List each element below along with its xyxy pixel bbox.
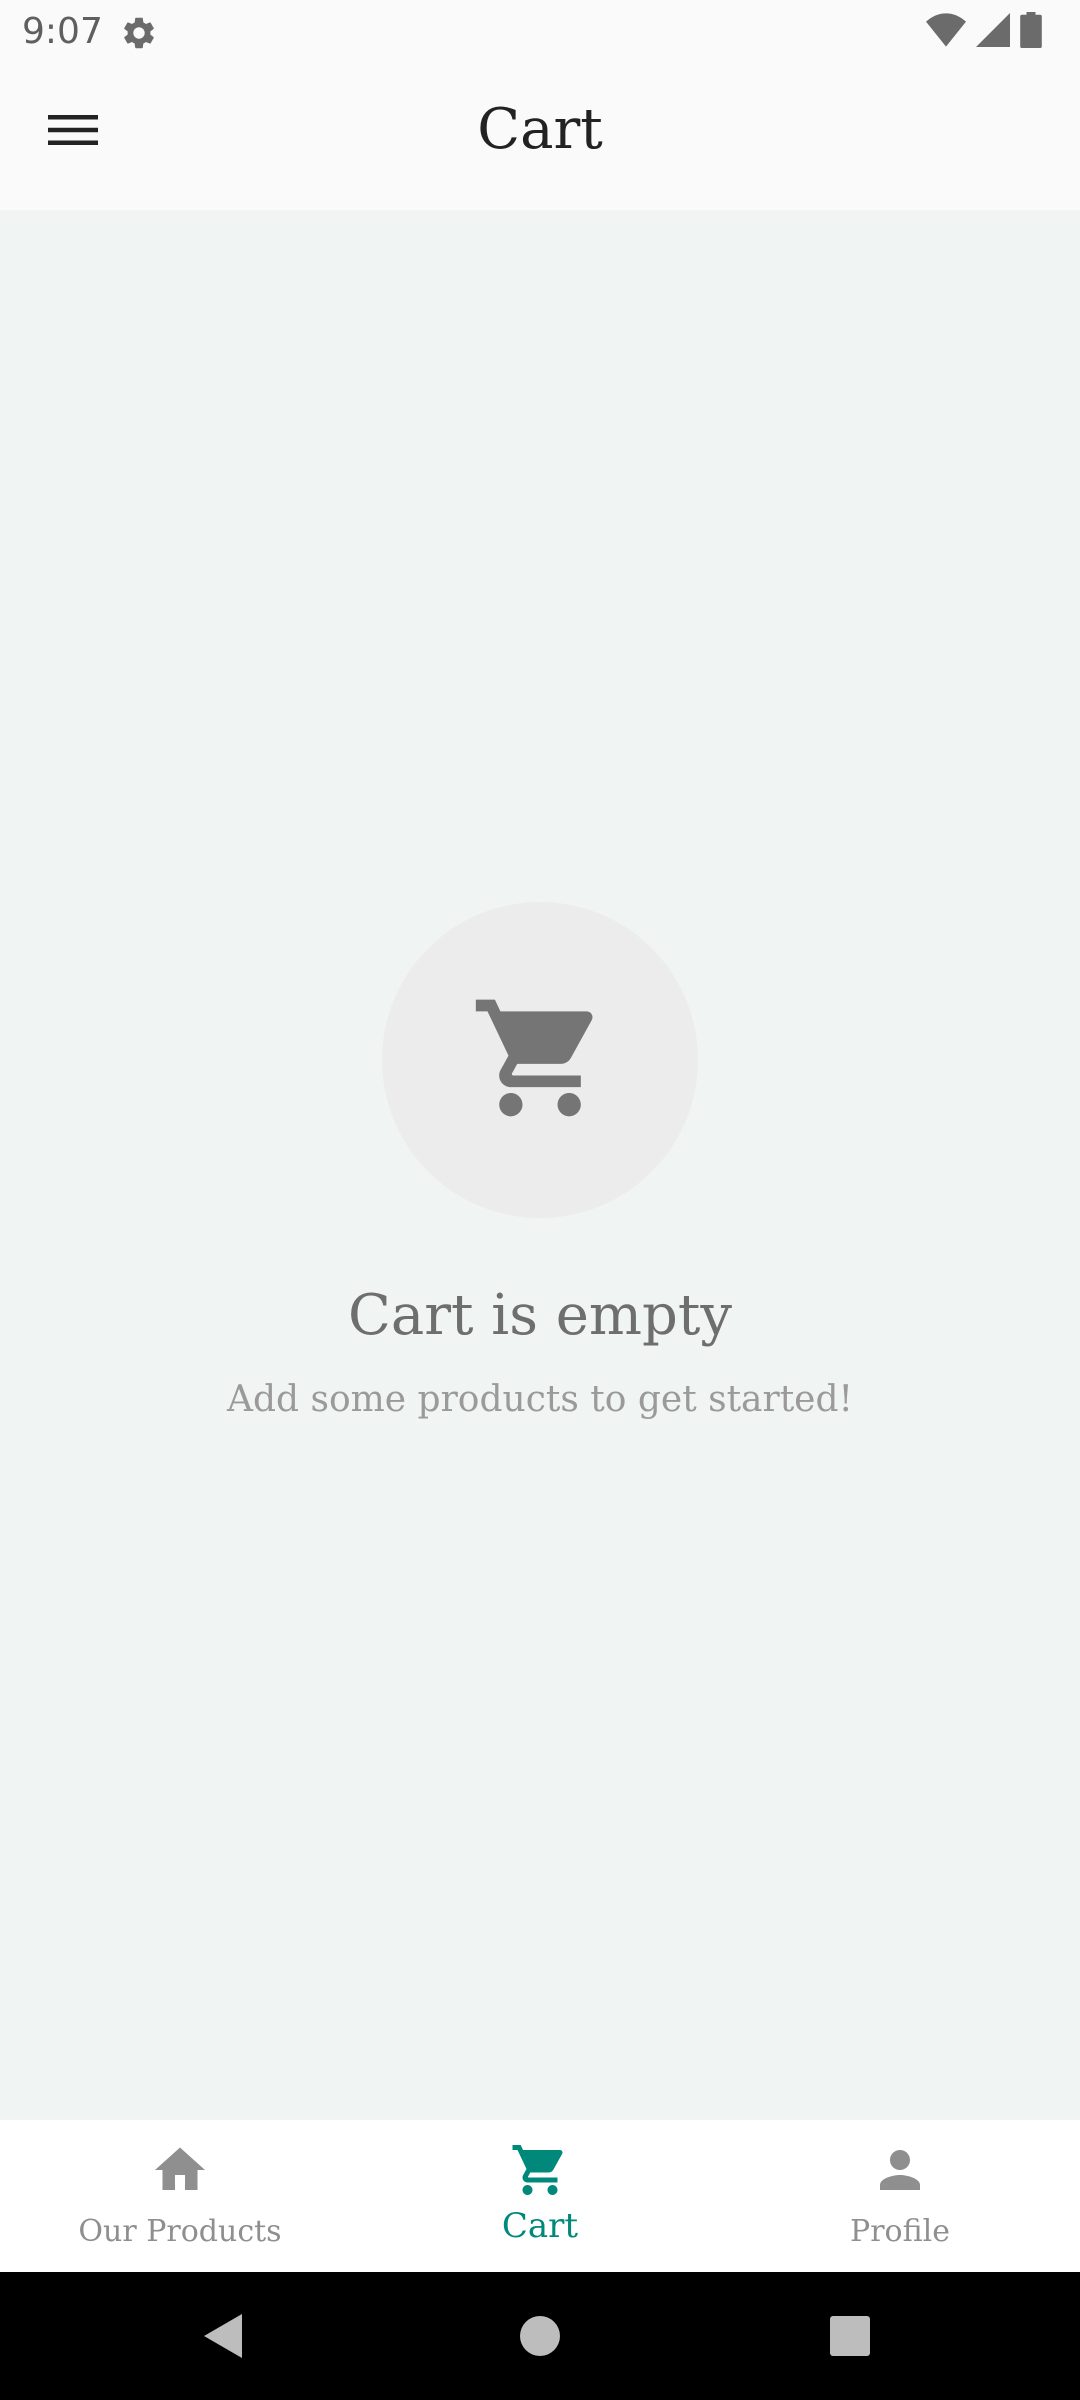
empty-state-title: Cart is empty	[348, 1283, 732, 1348]
status-time: 9:07	[22, 11, 103, 52]
recents-icon[interactable]	[826, 2312, 874, 2360]
nav-label-cart: Cart	[501, 2206, 579, 2246]
person-icon	[870, 2140, 930, 2200]
shopping-cart-icon	[470, 988, 610, 1132]
signal-icon	[976, 13, 1010, 51]
nav-item-our-products[interactable]: Our Products	[0, 2120, 360, 2272]
nav-label-our-products: Our Products	[78, 2214, 282, 2249]
settings-icon	[120, 14, 158, 52]
battery-icon	[1020, 12, 1042, 52]
cart-screen: 9:07 Cart Cart is empty Add some product…	[0, 0, 1080, 2400]
nav-item-cart[interactable]: Cart	[360, 2120, 720, 2272]
bottom-navigation: Our Products Cart Profile	[0, 2120, 1080, 2272]
home-circle-icon[interactable]	[516, 2312, 564, 2360]
empty-cart-illustration	[382, 902, 698, 1218]
empty-state-subtitle: Add some products to get started!	[226, 1379, 853, 1420]
nav-item-profile[interactable]: Profile	[720, 2120, 1080, 2272]
nav-label-profile: Profile	[850, 2214, 950, 2249]
cart-icon	[510, 2140, 570, 2200]
status-bar: 9:07	[0, 0, 1080, 64]
back-icon[interactable]	[200, 2312, 248, 2360]
app-bar: Cart	[0, 64, 1080, 210]
page-title: Cart	[477, 97, 603, 162]
status-icons	[926, 12, 1042, 52]
wifi-icon	[926, 13, 966, 51]
home-icon	[150, 2140, 210, 2200]
system-navigation-bar	[0, 2272, 1080, 2400]
